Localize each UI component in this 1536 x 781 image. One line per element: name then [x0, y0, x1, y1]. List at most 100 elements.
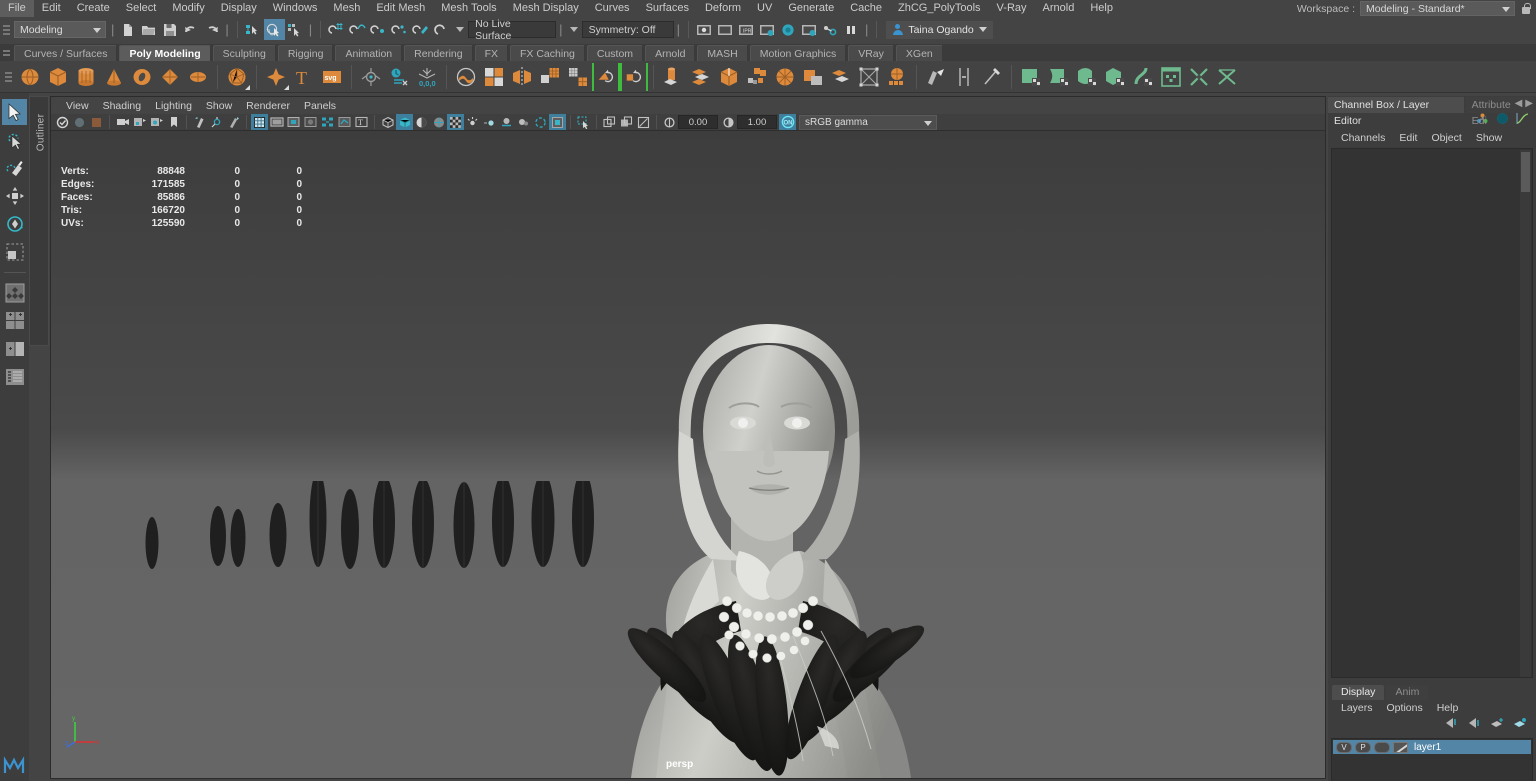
gate-mask-button[interactable]	[302, 114, 319, 130]
resolution-gate-button[interactable]	[285, 114, 302, 130]
grid-toggle-button[interactable]	[251, 114, 268, 130]
bridge-button[interactable]	[715, 63, 743, 91]
poly-cone-button[interactable]	[100, 63, 128, 91]
layer-playback-toggle[interactable]: P	[1355, 742, 1371, 753]
bevel-button[interactable]	[687, 63, 715, 91]
layer-editor-menu-layers[interactable]: Layers	[1334, 702, 1380, 714]
layer-name[interactable]: layer1	[1414, 742, 1441, 753]
menu-item-v-ray[interactable]: V-Ray	[989, 0, 1035, 17]
paint-select-tool-button[interactable]	[2, 155, 27, 181]
poly-svg-button[interactable]: svg	[318, 63, 346, 91]
undo-button[interactable]	[180, 19, 201, 40]
shelf-tab-rigging[interactable]: Rigging	[278, 45, 334, 61]
viewport-menu-view[interactable]: View	[59, 100, 96, 112]
channel-box-menu-object[interactable]: Object	[1424, 132, 1468, 144]
menu-item-mesh[interactable]: Mesh	[325, 0, 368, 17]
four-view-layout-button[interactable]	[2, 308, 27, 334]
select-camera-button[interactable]	[54, 114, 71, 130]
crease-tool-button[interactable]	[922, 63, 950, 91]
shelf-tab-fx-caching[interactable]: FX Caching	[510, 45, 585, 61]
uv-unfold-button[interactable]	[1213, 63, 1241, 91]
live-surface-field[interactable]: No Live Surface	[468, 21, 556, 38]
select-by-hierarchy-button[interactable]	[243, 19, 264, 40]
layer-shading-toggle[interactable]	[1374, 742, 1390, 753]
scrollbar-thumb[interactable]	[1521, 152, 1530, 192]
symmetry-field[interactable]: Symmetry: Off	[582, 21, 674, 38]
menu-set-dropdown[interactable]: Modeling	[14, 21, 106, 38]
poly-cube-button[interactable]	[44, 63, 72, 91]
menu-item-cache[interactable]: Cache	[842, 0, 890, 17]
move-layer-down-icon[interactable]	[1467, 716, 1481, 734]
tab-scroll-arrows[interactable]: ◀ ▶	[1515, 98, 1533, 109]
menu-item-file[interactable]: File	[0, 0, 34, 17]
render-view-button[interactable]	[694, 19, 715, 40]
screen-space-ao-button[interactable]	[532, 114, 549, 130]
freeze-transform-button[interactable]: 0,0,0	[413, 63, 441, 91]
render-setup-button[interactable]	[799, 19, 820, 40]
menu-item-deform[interactable]: Deform	[697, 0, 749, 17]
new-scene-button[interactable]	[117, 19, 138, 40]
uv-cut-button[interactable]	[1185, 63, 1213, 91]
use-all-lights-button[interactable]	[208, 114, 225, 130]
shelf-tab-sculpting[interactable]: Sculpting	[213, 45, 276, 61]
two-pane-layout-button[interactable]	[2, 336, 27, 362]
shelf-toolbar-grip[interactable]	[4, 66, 13, 87]
light-display-button[interactable]	[464, 114, 481, 130]
multisample-button[interactable]	[498, 114, 515, 130]
rotate-tool-button[interactable]	[2, 211, 27, 237]
option-box-icon[interactable]	[245, 85, 250, 90]
texture-toggle-button[interactable]: T	[353, 114, 370, 130]
menu-item-uv[interactable]: UV	[749, 0, 780, 17]
channel-box-scrollbar[interactable]	[1520, 150, 1531, 677]
shelf-tab-motion-graphics[interactable]: Motion Graphics	[750, 45, 846, 61]
menu-item-surfaces[interactable]: Surfaces	[638, 0, 697, 17]
channel-box-content[interactable]	[1331, 148, 1533, 678]
viewport-menu-lighting[interactable]: Lighting	[148, 100, 199, 112]
move-tool-button[interactable]	[2, 183, 27, 209]
menu-item-mesh-display[interactable]: Mesh Display	[505, 0, 587, 17]
right-dock-tab-channel-box-layer-editor[interactable]: Channel Box / Layer Editor	[1328, 97, 1464, 113]
bake-pivot-button[interactable]	[385, 63, 413, 91]
light-editor-button[interactable]	[820, 19, 841, 40]
circularize-button[interactable]	[771, 63, 799, 91]
quad-draw-button[interactable]	[855, 63, 883, 91]
select-tool-button[interactable]	[2, 99, 27, 125]
exposure-field[interactable]: 0.00	[678, 115, 718, 129]
poly-type-button[interactable]: T	[290, 63, 318, 91]
poly-sphere-button[interactable]	[16, 63, 44, 91]
hide-selected-button[interactable]	[601, 114, 618, 130]
shadows-button[interactable]	[225, 114, 242, 130]
reduce-button[interactable]	[564, 63, 592, 91]
shelf-tab-xgen[interactable]: XGen	[896, 45, 943, 61]
xray-joints-button[interactable]	[336, 114, 353, 130]
snap-options-chevron-icon[interactable]	[456, 27, 464, 32]
lock-camera-button[interactable]	[131, 114, 148, 130]
new-layer-from-selected-icon[interactable]	[1513, 716, 1527, 734]
menu-item-display[interactable]: Display	[213, 0, 265, 17]
ambient-occlusion-button[interactable]	[447, 114, 464, 130]
ipr-render-button[interactable]: IPR	[736, 19, 757, 40]
select-marquee-button[interactable]	[575, 114, 592, 130]
attribute-editor-icon[interactable]	[1496, 112, 1509, 130]
target-weld-button[interactable]	[883, 63, 911, 91]
merge-button[interactable]	[799, 63, 827, 91]
save-scene-button[interactable]	[159, 19, 180, 40]
shelf-tab-vray[interactable]: VRay	[848, 45, 894, 61]
slide-edge-button[interactable]	[950, 63, 978, 91]
smooth-button[interactable]	[536, 63, 564, 91]
viewport-menu-panels[interactable]: Panels	[297, 100, 343, 112]
menu-item-curves[interactable]: Curves	[587, 0, 638, 17]
layer-editor-menu-options[interactable]: Options	[1380, 702, 1430, 714]
motion-blur-button[interactable]	[481, 114, 498, 130]
image-plane-button[interactable]	[88, 114, 105, 130]
uv-spherical-button[interactable]	[1073, 63, 1101, 91]
symmetrize-left-button[interactable]	[592, 63, 620, 91]
extrude-button[interactable]	[659, 63, 687, 91]
menu-item-help[interactable]: Help	[1082, 0, 1121, 17]
new-layer-icon[interactable]	[1490, 716, 1504, 734]
gamma-field[interactable]: 1.00	[737, 115, 777, 129]
snap-rotate-button[interactable]	[431, 19, 452, 40]
outliner-persp-layout-button[interactable]	[2, 364, 27, 390]
channel-box-menu-show[interactable]: Show	[1469, 132, 1509, 144]
poly-torus-button[interactable]	[128, 63, 156, 91]
